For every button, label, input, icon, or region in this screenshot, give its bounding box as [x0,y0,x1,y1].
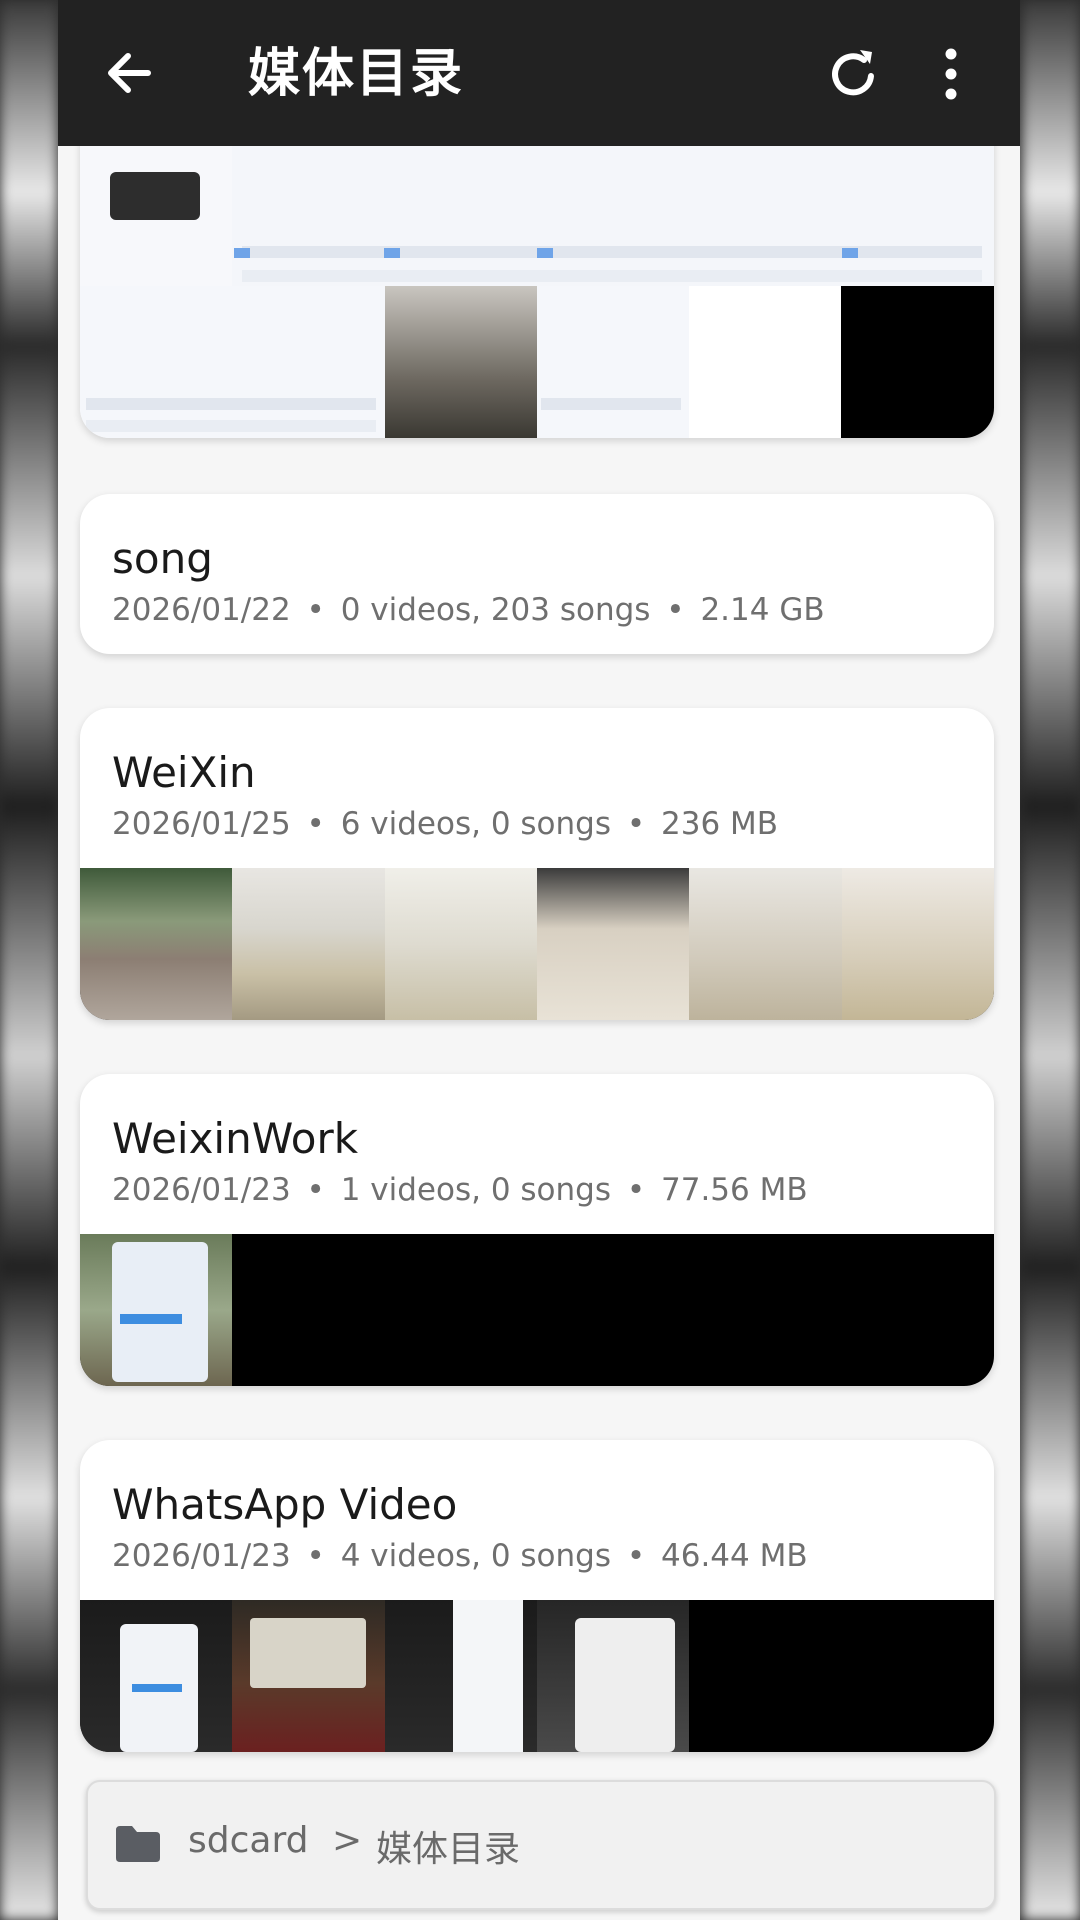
folder-counts: 4 videos, 0 songs [340,1538,611,1574]
arrow-left-icon[interactable] [100,44,158,102]
folder-icon [116,1826,160,1862]
thumbnail [80,146,232,286]
folder-size: 46.44 MB [661,1538,808,1574]
separator: • [626,1172,646,1208]
folder-size: 2.14 GB [700,592,825,628]
separator: • [306,1172,325,1208]
page-title: 媒体目录 [248,44,465,104]
folder-meta: 2026/01/22 • 0 videos, 203 songs • 2.14 … [112,592,825,628]
background-blur-right [1022,0,1080,1920]
folder-meta: 2026/01/25 • 6 videos, 0 songs • 236 MB [112,806,778,842]
folder-date: 2026/01/23 [112,1172,291,1208]
video-thumbnails [80,1600,994,1752]
top-toolbar: 媒体目录 [58,0,1020,146]
folder-name: song [112,534,213,583]
separator: • [306,592,325,628]
separator: • [626,1538,646,1574]
folder-card-whatsapp-video[interactable]: WhatsApp Video 2026/01/23 • 4 videos, 0 … [80,1440,994,1752]
folder-date: 2026/01/22 [112,592,291,628]
folder-name: WhatsApp Video [112,1480,458,1529]
breadcrumb: sdcard > 媒体目录 [86,1780,996,1910]
breadcrumb-root[interactable]: sdcard [188,1820,308,1861]
folder-card-weixinwork[interactable]: WeixinWork 2026/01/23 • 1 videos, 0 song… [80,1074,994,1386]
folder-date: 2026/01/25 [112,806,291,842]
separator: • [666,592,685,628]
folder-counts: 1 videos, 0 songs [340,1172,611,1208]
folder-size: 236 MB [661,806,779,842]
video-thumbnail[interactable] [80,1600,233,1752]
folder-counts: 6 videos, 0 songs [340,806,611,842]
video-thumbnails [80,1234,994,1386]
thumbnail [232,146,994,286]
background-blur-left [0,0,58,1920]
folder-name: WeixinWork [112,1114,359,1163]
thumbnail [80,286,385,438]
video-thumbnail[interactable] [384,868,537,1020]
video-thumbnail[interactable] [80,868,233,1020]
separator: • [306,1538,325,1574]
folder-meta: 2026/01/23 • 1 videos, 0 songs • 77.56 M… [112,1172,808,1208]
separator: • [306,806,325,842]
video-thumbnail[interactable] [384,1600,537,1752]
folder-size: 77.56 MB [661,1172,808,1208]
folder-counts: 0 videos, 203 songs [340,592,651,628]
more-vertical-icon[interactable] [936,44,966,104]
video-thumbnails [80,868,994,1020]
video-thumbnail[interactable] [80,1234,233,1386]
video-thumbnail[interactable] [841,868,994,1020]
video-thumbnail[interactable] [232,1600,385,1752]
folder-meta: 2026/01/23 • 4 videos, 0 songs • 46.44 M… [112,1538,808,1574]
folder-card-song[interactable]: song 2026/01/22 • 0 videos, 203 songs • … [80,494,994,654]
folder-date: 2026/01/23 [112,1538,291,1574]
thumbnail [841,286,994,438]
video-thumbnail[interactable] [536,868,690,1020]
video-thumbnail[interactable] [232,868,385,1020]
separator: • [626,806,646,842]
breadcrumb-separator: > [332,1820,363,1861]
app-window: 媒体目录 song 2026/01/22 • 0 videos, 203 son… [58,0,1020,1920]
thumbnail [537,286,689,438]
folder-card-weixin[interactable]: WeiXin 2026/01/25 • 6 videos, 0 songs • … [80,708,994,1020]
folder-card-partial[interactable] [80,116,994,438]
video-thumbnail[interactable] [689,868,842,1020]
folder-name: WeiXin [112,748,256,797]
breadcrumb-current[interactable]: 媒体目录 [376,1820,520,1872]
video-thumbnail[interactable] [536,1600,690,1752]
refresh-icon[interactable] [824,44,884,104]
thumbnail [385,286,537,438]
thumbnail [689,286,841,438]
